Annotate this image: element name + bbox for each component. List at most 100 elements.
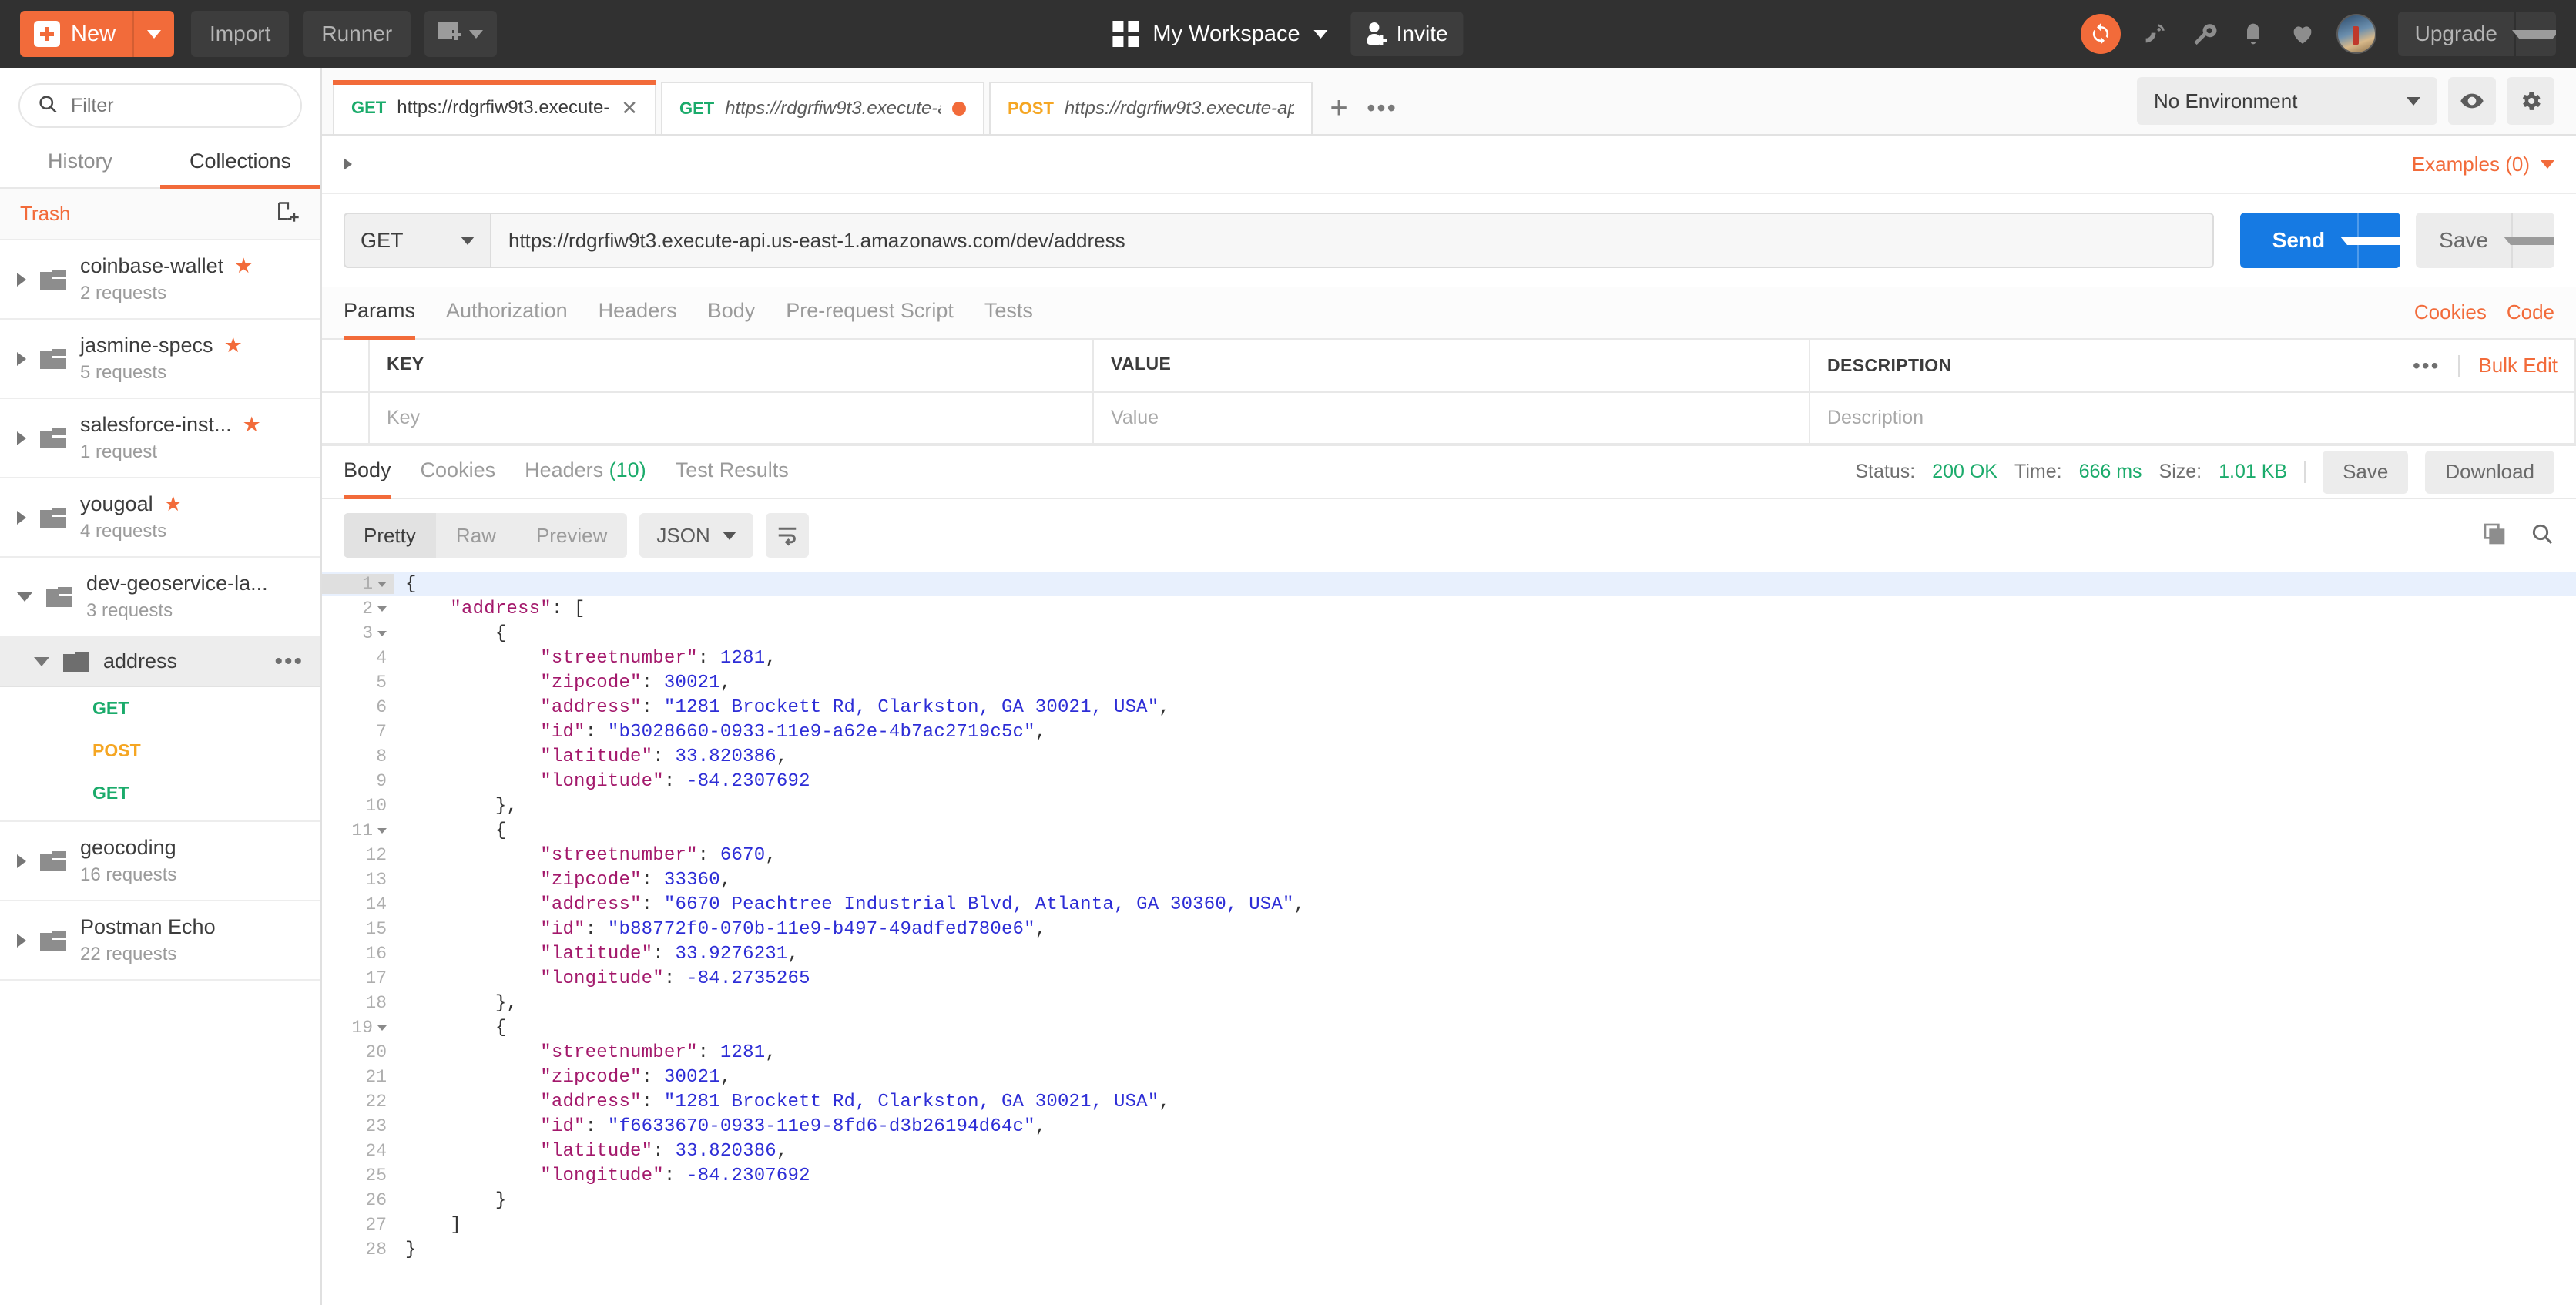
cookies-link[interactable]: Cookies xyxy=(2414,300,2487,324)
invite-button[interactable]: Invite xyxy=(1351,12,1464,56)
chevron-right-icon[interactable] xyxy=(17,511,26,525)
satellite-icon[interactable] xyxy=(2139,18,2170,49)
fold-toggle-icon[interactable] xyxy=(377,606,387,612)
collection-row[interactable]: geocoding 16 requests xyxy=(0,822,320,901)
collection-row[interactable]: coinbase-wallet ★ 2 requests xyxy=(0,240,320,320)
trash-link[interactable]: Trash xyxy=(20,202,71,226)
view-mode-raw[interactable]: Raw xyxy=(436,513,516,558)
copy-icon[interactable] xyxy=(2482,522,2507,550)
fold-toggle-icon[interactable] xyxy=(377,631,387,636)
star-icon[interactable]: ★ xyxy=(164,494,183,515)
params-more-icon[interactable]: ••• xyxy=(2413,361,2440,371)
chevron-right-icon[interactable] xyxy=(17,273,26,287)
new-button-main[interactable]: New xyxy=(20,11,132,57)
tab-authorization[interactable]: Authorization xyxy=(446,287,568,338)
search-input[interactable] xyxy=(71,95,283,117)
new-button[interactable]: New xyxy=(20,11,174,57)
examples-dropdown[interactable]: Examples (0) xyxy=(2412,153,2554,176)
tab-headers[interactable]: Headers xyxy=(599,287,677,338)
add-tab-button[interactable]: + xyxy=(1317,82,1360,134)
star-icon[interactable]: ★ xyxy=(224,335,243,356)
upgrade-button[interactable]: Upgrade xyxy=(2398,12,2556,56)
line-number: 12 xyxy=(322,845,394,865)
new-dropdown-toggle[interactable] xyxy=(132,11,174,57)
chevron-down-icon[interactable] xyxy=(17,592,32,602)
tab-pre-request-script[interactable]: Pre-request Script xyxy=(786,287,954,338)
fold-toggle-icon[interactable] xyxy=(377,582,387,587)
bulk-edit-link[interactable]: Bulk Edit xyxy=(2478,354,2558,377)
environment-quick-look-button[interactable] xyxy=(2448,77,2496,125)
wrap-lines-button[interactable] xyxy=(766,513,809,558)
collection-row[interactable]: yougoal ★ 4 requests xyxy=(0,478,320,558)
wrench-icon[interactable] xyxy=(2189,18,2219,49)
new-collection-icon[interactable] xyxy=(277,201,300,226)
filter-box[interactable] xyxy=(18,83,302,128)
tab-history[interactable]: History xyxy=(0,139,160,187)
chevron-right-icon[interactable] xyxy=(17,352,26,366)
response-tab-test-results[interactable]: Test Results xyxy=(676,446,789,498)
collection-row[interactable]: salesforce-inst... ★ 1 request xyxy=(0,399,320,478)
new-tab-shortcut-button[interactable] xyxy=(424,11,497,57)
response-tab-body[interactable]: Body xyxy=(344,446,391,498)
sync-icon[interactable] xyxy=(2081,14,2121,54)
format-selector[interactable]: JSON xyxy=(639,513,753,558)
response-tab-cookies[interactable]: Cookies xyxy=(421,446,496,498)
chevron-down-icon xyxy=(2541,160,2554,169)
save-response-button[interactable]: Save xyxy=(2323,451,2408,494)
chevron-right-icon[interactable] xyxy=(344,158,352,170)
params-row-checkbox[interactable] xyxy=(322,393,370,445)
tab-body[interactable]: Body xyxy=(708,287,756,338)
chevron-down-icon[interactable] xyxy=(34,657,49,666)
send-dropdown-toggle[interactable] xyxy=(2357,213,2400,268)
request-tab[interactable]: GET https://rdgrfiw9t3.execute-api.u ✕ xyxy=(333,82,656,134)
search-icon[interactable] xyxy=(2530,522,2554,550)
params-description-input[interactable]: Description xyxy=(1810,393,2576,445)
response-body-code[interactable]: 1{2 "address": [3 {4 "streetnumber": 128… xyxy=(322,572,2576,1305)
environment-settings-button[interactable] xyxy=(2507,77,2554,125)
tab-tests[interactable]: Tests xyxy=(984,287,1033,338)
heart-icon[interactable] xyxy=(2287,18,2318,49)
fold-toggle-icon[interactable] xyxy=(377,828,387,834)
star-icon[interactable]: ★ xyxy=(234,256,253,277)
request-item[interactable]: GET xyxy=(0,687,320,730)
url-input[interactable] xyxy=(490,213,2214,268)
view-mode-pretty[interactable]: Pretty xyxy=(344,513,436,558)
code-link[interactable]: Code xyxy=(2507,300,2554,324)
star-icon[interactable]: ★ xyxy=(243,414,261,435)
workspace-selector[interactable]: My Workspace Invite xyxy=(1112,12,1463,56)
chevron-right-icon[interactable] xyxy=(17,431,26,445)
chevron-right-icon[interactable] xyxy=(17,934,26,948)
request-tab[interactable]: GET https://rdgrfiw9t3.execute-api.us xyxy=(661,82,984,134)
folder-more-icon[interactable]: ••• xyxy=(274,656,304,667)
environment-selector[interactable]: No Environment xyxy=(2137,77,2437,125)
avatar[interactable] xyxy=(2336,14,2376,54)
download-response-button[interactable]: Download xyxy=(2425,451,2554,494)
import-button[interactable]: Import xyxy=(191,11,289,57)
collection-row[interactable]: Postman Echo 22 requests xyxy=(0,901,320,981)
close-icon[interactable]: ✕ xyxy=(621,98,638,118)
chevron-right-icon[interactable] xyxy=(17,854,26,868)
view-mode-preview[interactable]: Preview xyxy=(516,513,627,558)
response-tab-headers[interactable]: Headers (10) xyxy=(525,446,646,498)
send-button[interactable]: Send xyxy=(2240,213,2400,268)
params-description-header-label: DESCRIPTION xyxy=(1827,355,1952,376)
request-item[interactable]: GET xyxy=(0,772,320,814)
request-item[interactable]: POST xyxy=(0,730,320,772)
folder-row-address[interactable]: address ••• xyxy=(0,637,320,687)
tabs-more-icon[interactable]: ••• xyxy=(1360,82,1404,134)
params-value-input[interactable]: Value xyxy=(1094,393,1810,445)
collection-row-expanded[interactable]: dev-geoservice-la... 3 requests xyxy=(0,558,320,637)
request-tab[interactable]: POST https://rdgrfiw9t3.execute-api.us-e xyxy=(989,82,1313,134)
tab-collections[interactable]: Collections xyxy=(160,139,320,187)
params-key-input[interactable]: Key xyxy=(370,393,1094,445)
save-request-button[interactable]: Save xyxy=(2416,213,2554,268)
runner-button[interactable]: Runner xyxy=(303,11,411,57)
collection-row[interactable]: jasmine-specs ★ 5 requests xyxy=(0,320,320,399)
fold-toggle-icon[interactable] xyxy=(377,1025,387,1031)
tab-params[interactable]: Params xyxy=(344,287,415,338)
bell-icon[interactable] xyxy=(2238,18,2269,49)
save-dropdown-toggle[interactable] xyxy=(2511,213,2554,268)
method-selector[interactable]: GET xyxy=(344,213,490,268)
upgrade-dropdown-toggle[interactable] xyxy=(2514,12,2556,56)
trash-row: Trash xyxy=(0,189,320,240)
